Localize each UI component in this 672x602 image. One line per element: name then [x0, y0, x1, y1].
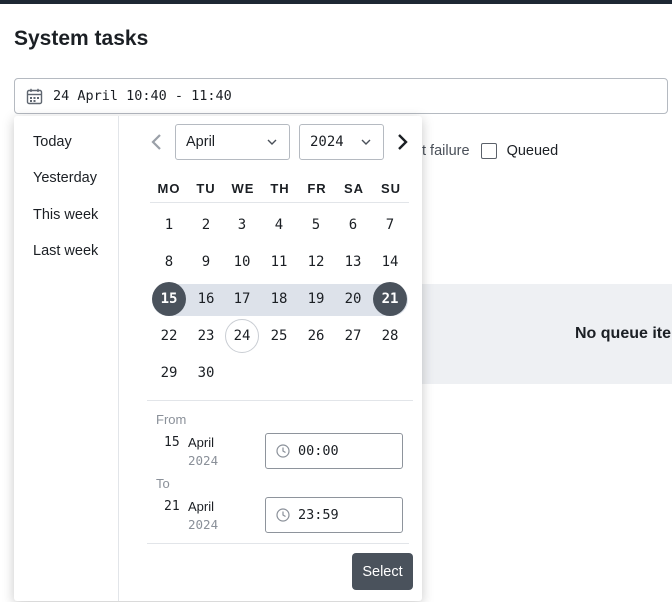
chevron-left-icon[interactable] — [149, 132, 165, 152]
weekday-sa: SA — [343, 181, 365, 196]
calendar-day[interactable]: 22 — [152, 319, 186, 353]
weekday-fr: FR — [307, 181, 327, 196]
calendar-day[interactable]: 3 — [225, 208, 259, 242]
calendar-day[interactable]: 5 — [299, 208, 333, 242]
to-day: 21 — [164, 499, 180, 514]
clock-icon — [276, 444, 290, 458]
queued-checkbox-label[interactable]: Queued — [507, 143, 559, 159]
calendar-day[interactable]: 21 — [373, 282, 407, 316]
calendar-day[interactable]: 24 — [225, 319, 259, 353]
from-month: April — [188, 435, 215, 450]
page-title: System tasks — [14, 27, 149, 50]
month-select-value: April — [186, 134, 216, 150]
queued-checkbox[interactable] — [480, 143, 497, 159]
from-label: From — [156, 412, 187, 427]
from-time-input[interactable]: 00:00 — [265, 433, 403, 469]
filter-label-failure: t failure — [422, 143, 470, 159]
queue-empty-message: No queue ite — [575, 325, 672, 342]
year-select[interactable]: 2024 — [299, 124, 384, 160]
footer-divider — [147, 543, 409, 544]
select-button[interactable]: Select — [352, 553, 413, 590]
weekday-divider — [150, 202, 409, 203]
shortcut-this-week[interactable]: This week — [33, 207, 98, 223]
chevron-down-icon — [361, 134, 371, 150]
calendar-day[interactable]: 18 — [262, 282, 296, 316]
calendar-day[interactable]: 23 — [189, 319, 223, 353]
queue-empty-panel: No queue ite — [422, 284, 672, 384]
calendar-day[interactable]: 30 — [189, 356, 223, 390]
calendar-day[interactable]: 25 — [262, 319, 296, 353]
calendar-day[interactable]: 29 — [152, 356, 186, 390]
calendar-day[interactable]: 7 — [373, 208, 407, 242]
clock-icon — [276, 508, 290, 522]
calendar-day[interactable]: 27 — [336, 319, 370, 353]
calendar-day[interactable]: 26 — [299, 319, 333, 353]
month-select[interactable]: April — [175, 124, 290, 160]
shortcut-today[interactable]: Today — [33, 134, 72, 150]
calendar-day[interactable]: 8 — [152, 245, 186, 279]
weekday-mo: MO — [157, 181, 181, 196]
calendar-day[interactable]: 19 — [299, 282, 333, 316]
to-time-input[interactable]: 23:59 — [265, 497, 403, 533]
status-filters: t failure Queued — [422, 141, 558, 161]
calendar-day[interactable]: 16 — [189, 282, 223, 316]
shortcut-list: Today Yesterday This week Last week — [14, 116, 119, 601]
calendar-icon — [25, 87, 43, 105]
chevron-right-icon[interactable] — [394, 132, 410, 152]
from-year: 2024 — [188, 453, 219, 468]
calendar-day[interactable]: 6 — [336, 208, 370, 242]
calendar-day[interactable]: 20 — [336, 282, 370, 316]
to-time-value: 23:59 — [298, 507, 339, 523]
calendar-day[interactable]: 17 — [225, 282, 259, 316]
calendar-day[interactable]: 12 — [299, 245, 333, 279]
calendar-day[interactable]: 28 — [373, 319, 407, 353]
weekday-su: SU — [380, 181, 402, 196]
calendar-day[interactable]: 14 — [373, 245, 407, 279]
top-bar — [0, 0, 672, 4]
calendar-day[interactable]: 11 — [262, 245, 296, 279]
weekday-th: TH — [270, 181, 290, 196]
date-range-value: 24 April 10:40 - 11:40 — [53, 88, 232, 104]
calendar-day[interactable]: 10 — [225, 245, 259, 279]
from-time-value: 00:00 — [298, 443, 339, 459]
calendar-day[interactable]: 13 — [336, 245, 370, 279]
calendar-day[interactable]: 1 — [152, 208, 186, 242]
calendar-day[interactable]: 15 — [152, 282, 186, 316]
date-range-picker: Today Yesterday This week Last week Apri… — [14, 116, 422, 601]
to-label: To — [156, 476, 170, 491]
weekday-tu: TU — [196, 181, 216, 196]
calendar-day[interactable]: 2 — [189, 208, 223, 242]
weekday-we: WE — [231, 181, 255, 196]
chevron-down-icon — [267, 134, 277, 150]
calendar-day[interactable]: 9 — [189, 245, 223, 279]
to-month: April — [188, 499, 215, 514]
calendar-day[interactable]: 4 — [262, 208, 296, 242]
shortcut-last-week[interactable]: Last week — [33, 243, 98, 259]
year-select-value: 2024 — [310, 134, 344, 150]
calendar-divider — [147, 400, 413, 401]
shortcut-yesterday[interactable]: Yesterday — [33, 170, 97, 186]
to-year: 2024 — [188, 517, 219, 532]
from-day: 15 — [164, 435, 180, 450]
date-range-input[interactable]: 24 April 10:40 - 11:40 — [14, 78, 668, 114]
